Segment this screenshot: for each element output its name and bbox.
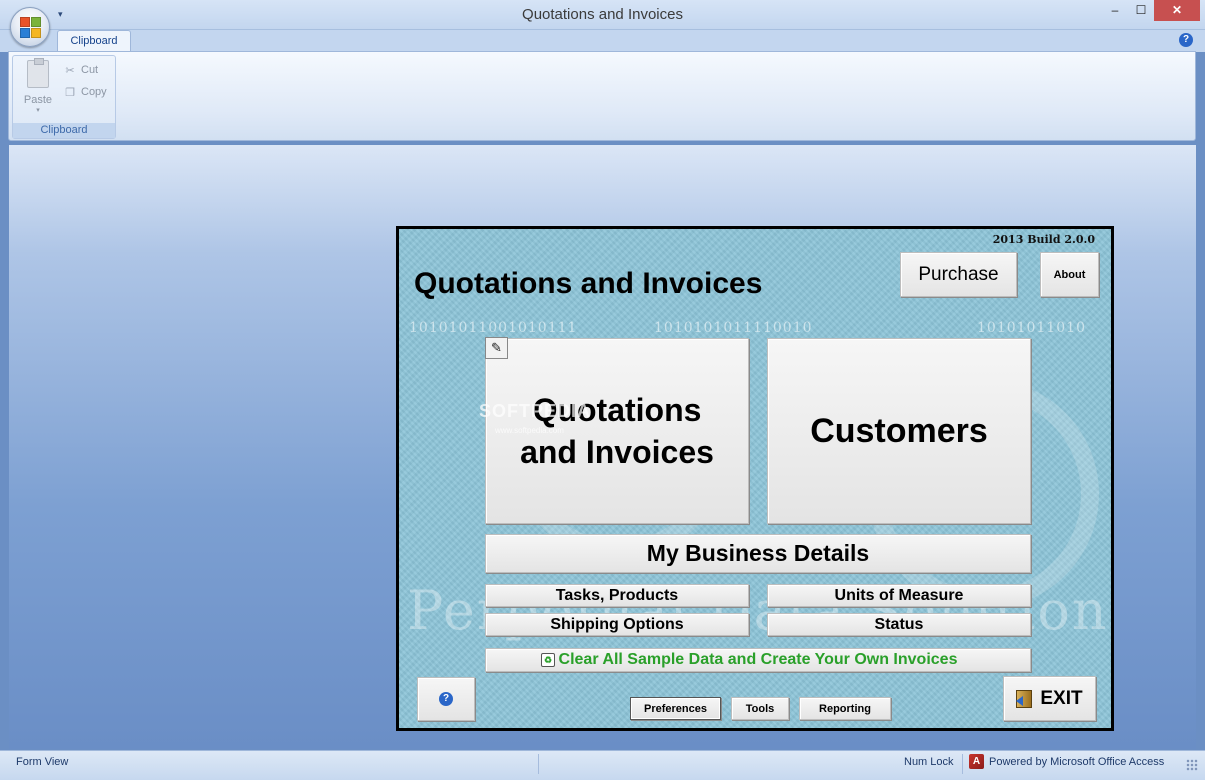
recycle-icon: ♻ — [541, 653, 555, 667]
shipping-options-button[interactable]: Shipping Options — [485, 613, 749, 636]
logo-square-red — [20, 17, 30, 27]
paste-label: Paste — [23, 94, 53, 106]
status-bar: Form View Num Lock A Powered by Microsof… — [0, 750, 1205, 780]
binary-text: 10101011001010111 — [409, 320, 578, 336]
paste-dropdown-icon: ▾ — [36, 107, 40, 114]
reporting-button[interactable]: Reporting — [799, 697, 891, 720]
clear-sample-data-button[interactable]: ♻ Clear All Sample Data and Create Your … — [485, 648, 1031, 672]
about-button[interactable]: About — [1040, 252, 1099, 297]
pencil-icon: ✎ — [485, 337, 508, 359]
minimize-button[interactable]: – — [1102, 0, 1128, 21]
status-divider — [538, 754, 539, 774]
switchboard-form: 10101011001010111 1010101011110010 10101… — [396, 226, 1114, 731]
clear-sample-label: Clear All Sample Data and Create Your Ow… — [558, 651, 958, 668]
clipboard-group: Paste ▾ ✂ Cut ❐ Copy Clipboard — [12, 55, 116, 139]
title-bar: ▾ Quotations and Invoices – ☐ ✕ — [0, 0, 1205, 30]
softpedia-watermark: SOFTPEDIA — [479, 401, 592, 421]
logo-square-blue — [20, 28, 30, 38]
copy-icon: ❐ — [65, 86, 75, 99]
resize-grip-icon[interactable] — [1186, 759, 1198, 771]
group-label: Clipboard — [13, 123, 115, 138]
ribbon-tab-strip: Clipboard ? — [0, 30, 1205, 53]
status-divider — [962, 754, 963, 774]
status-view-mode: Form View — [16, 756, 69, 768]
copy-button[interactable]: ❐ Copy — [63, 83, 107, 101]
exit-door-icon — [1016, 689, 1033, 708]
office-logo-icon — [20, 17, 42, 39]
office-button[interactable] — [10, 7, 50, 47]
copy-label: Copy — [81, 86, 107, 98]
form-background: 10101011001010111 1010101011110010 10101… — [399, 229, 1111, 728]
window-title: Quotations and Invoices — [522, 6, 683, 23]
binary-text: 1010101011110010 — [654, 320, 813, 336]
exit-button[interactable]: EXIT — [1003, 676, 1096, 721]
num-lock-indicator: Num Lock — [904, 756, 954, 768]
form-title: Quotations and Invoices — [414, 267, 763, 300]
cut-button[interactable]: ✂ Cut — [63, 61, 98, 79]
help-button[interactable]: ? — [417, 677, 475, 721]
powered-by: A Powered by Microsoft Office Access — [969, 754, 1164, 769]
quotations-label-line2: and Invoices — [520, 434, 714, 470]
customers-button[interactable]: Customers — [767, 338, 1031, 524]
tasks-products-button[interactable]: Tasks, Products — [485, 584, 749, 607]
powered-by-label: Powered by Microsoft Office Access — [989, 755, 1165, 768]
build-version: 2013 Build 2.0.0 — [992, 233, 1095, 246]
help-icon: ? — [439, 692, 453, 706]
tab-clipboard[interactable]: Clipboard — [57, 30, 131, 53]
logo-square-yellow — [31, 28, 41, 38]
units-of-measure-button[interactable]: Units of Measure — [767, 584, 1031, 607]
ribbon-body: Paste ▾ ✂ Cut ❐ Copy Clipboard — [8, 51, 1196, 141]
maximize-button[interactable]: ☐ — [1128, 0, 1154, 21]
exit-label: EXIT — [1040, 687, 1083, 709]
preferences-button[interactable]: Preferences — [630, 697, 721, 720]
logo-square-green — [31, 17, 41, 27]
close-button[interactable]: ✕ — [1154, 0, 1200, 21]
softpedia-url: www.softpedia.com — [495, 426, 564, 435]
my-business-details-button[interactable]: My Business Details — [485, 534, 1031, 573]
status-button[interactable]: Status — [767, 613, 1031, 636]
paste-button[interactable]: Paste ▾ — [21, 58, 55, 114]
binary-text: 10101011010 — [977, 320, 1086, 336]
cut-label: Cut — [81, 64, 99, 76]
access-icon: A — [969, 754, 984, 769]
cut-icon: ✂ — [65, 64, 75, 77]
purchase-button[interactable]: Purchase — [900, 252, 1017, 297]
help-icon[interactable]: ? — [1179, 33, 1193, 47]
paste-icon — [27, 58, 49, 88]
tools-button[interactable]: Tools — [731, 697, 789, 720]
